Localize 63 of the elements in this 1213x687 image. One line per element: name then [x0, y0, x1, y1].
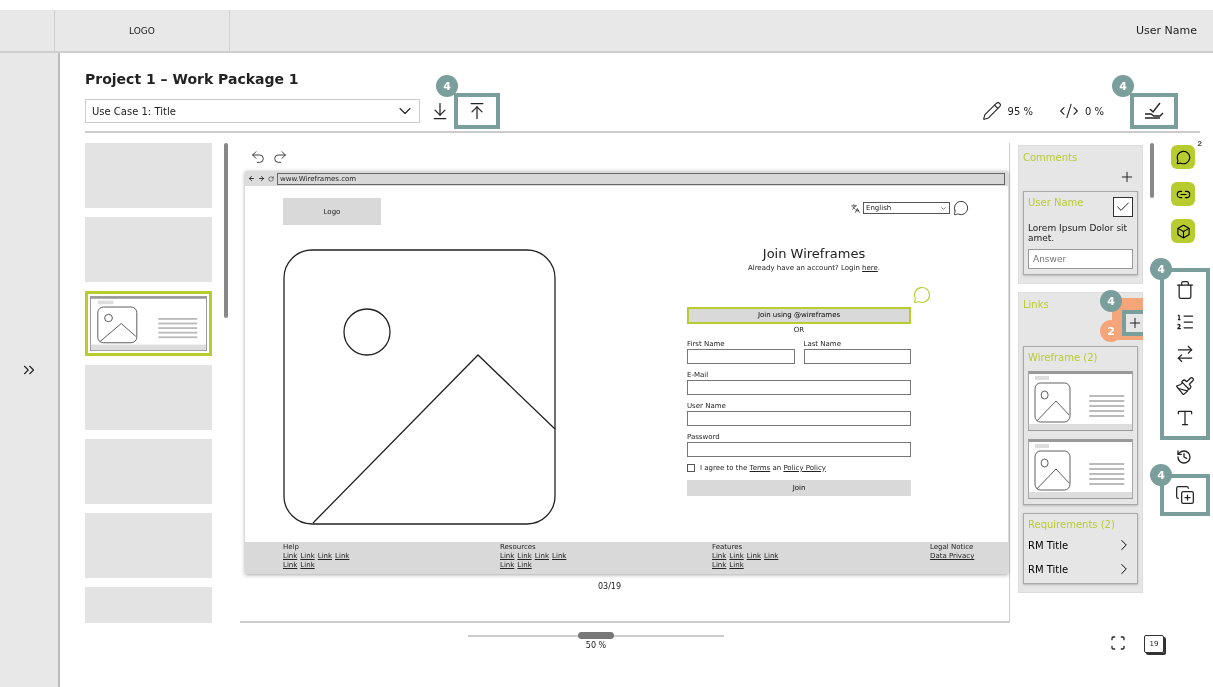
chevron-down-icon	[940, 204, 947, 212]
group-title: Requirements (2)	[1028, 519, 1115, 530]
speech-bubble-icon	[1175, 149, 1191, 165]
fullscreen-icon[interactable]	[1110, 635, 1126, 651]
comment-text: Lorem Ipsum Dolor sit amet.	[1028, 223, 1129, 243]
input-field[interactable]	[687, 410, 911, 426]
cube-icon	[1175, 223, 1191, 239]
progress-reading: 95 %	[1007, 105, 1033, 117]
input-field[interactable]	[687, 441, 911, 457]
annotation-badge: 4	[436, 75, 458, 97]
use-case-dropdown[interactable]: Use Case 1: Title	[85, 99, 420, 123]
scrollbar[interactable]	[1149, 143, 1154, 198]
slider-thumb[interactable]	[578, 632, 614, 639]
paintbrush-icon[interactable]	[1175, 376, 1195, 396]
resolve-checkbox[interactable]	[1113, 197, 1133, 217]
language-icon	[851, 203, 860, 213]
numbered-list-icon[interactable]	[1175, 312, 1195, 332]
scrollbar[interactable]	[224, 143, 228, 318]
logo: LOGO	[55, 10, 230, 51]
speech-bubble-icon[interactable]	[953, 200, 969, 216]
page-thumbnail[interactable]	[85, 513, 212, 578]
annotation-badge: 4	[1100, 290, 1122, 312]
forward-icon[interactable]	[258, 175, 265, 182]
annotation-badge: 4	[1112, 75, 1134, 97]
tool-button[interactable]	[1171, 182, 1195, 206]
annotation-badge: 4	[1150, 464, 1172, 486]
comment-author: User Name	[1028, 197, 1084, 208]
user-name[interactable]: User Name	[1135, 10, 1213, 51]
input-field[interactable]	[687, 379, 911, 395]
add-icon[interactable]	[1127, 315, 1143, 331]
requirement-item[interactable]: RM Title	[1028, 536, 1133, 554]
panel-title: Comments	[1023, 152, 1078, 163]
history-icon[interactable]	[1176, 449, 1192, 465]
input-field[interactable]	[687, 348, 795, 364]
image-placeholder-icon	[283, 249, 556, 525]
zoom-reading: 50 %	[585, 641, 607, 650]
page-thumbnail[interactable]	[85, 365, 212, 430]
panel-title: Links	[1023, 299, 1049, 310]
back-icon[interactable]	[248, 175, 255, 182]
swap-arrows-icon[interactable]	[1175, 344, 1195, 364]
page-indicator: 03/19	[596, 582, 623, 591]
check-hand-icon[interactable]	[1143, 101, 1165, 121]
tool-button[interactable]	[1171, 219, 1195, 243]
page-thumbnail[interactable]	[85, 217, 212, 282]
requirement-item[interactable]: RM Title	[1028, 560, 1133, 578]
add-icon[interactable]	[1119, 169, 1135, 185]
annotation-badge: 4	[1150, 258, 1172, 280]
text-size-icon[interactable]	[1175, 408, 1195, 428]
input-field[interactable]	[803, 348, 911, 364]
page-thumbnail[interactable]	[85, 439, 212, 504]
trash-icon[interactable]	[1175, 280, 1195, 300]
answer-field[interactable]: Answer	[1028, 249, 1133, 269]
pencil-icon	[981, 101, 1002, 121]
duplicate-icon[interactable]	[1175, 485, 1195, 505]
checkbox[interactable]	[687, 463, 695, 472]
group-title: Wireframe (2)	[1028, 352, 1098, 363]
reload-icon[interactable]	[268, 175, 274, 182]
progress-reading: 0 %	[1084, 105, 1104, 117]
code-icon	[1058, 101, 1079, 121]
signup-heading: Join Wireframes	[761, 246, 867, 261]
project-title: Project 1 – Work Package 1	[85, 71, 299, 89]
comment-count: 2	[1197, 139, 1202, 148]
page-thumbnail[interactable]	[85, 143, 212, 208]
